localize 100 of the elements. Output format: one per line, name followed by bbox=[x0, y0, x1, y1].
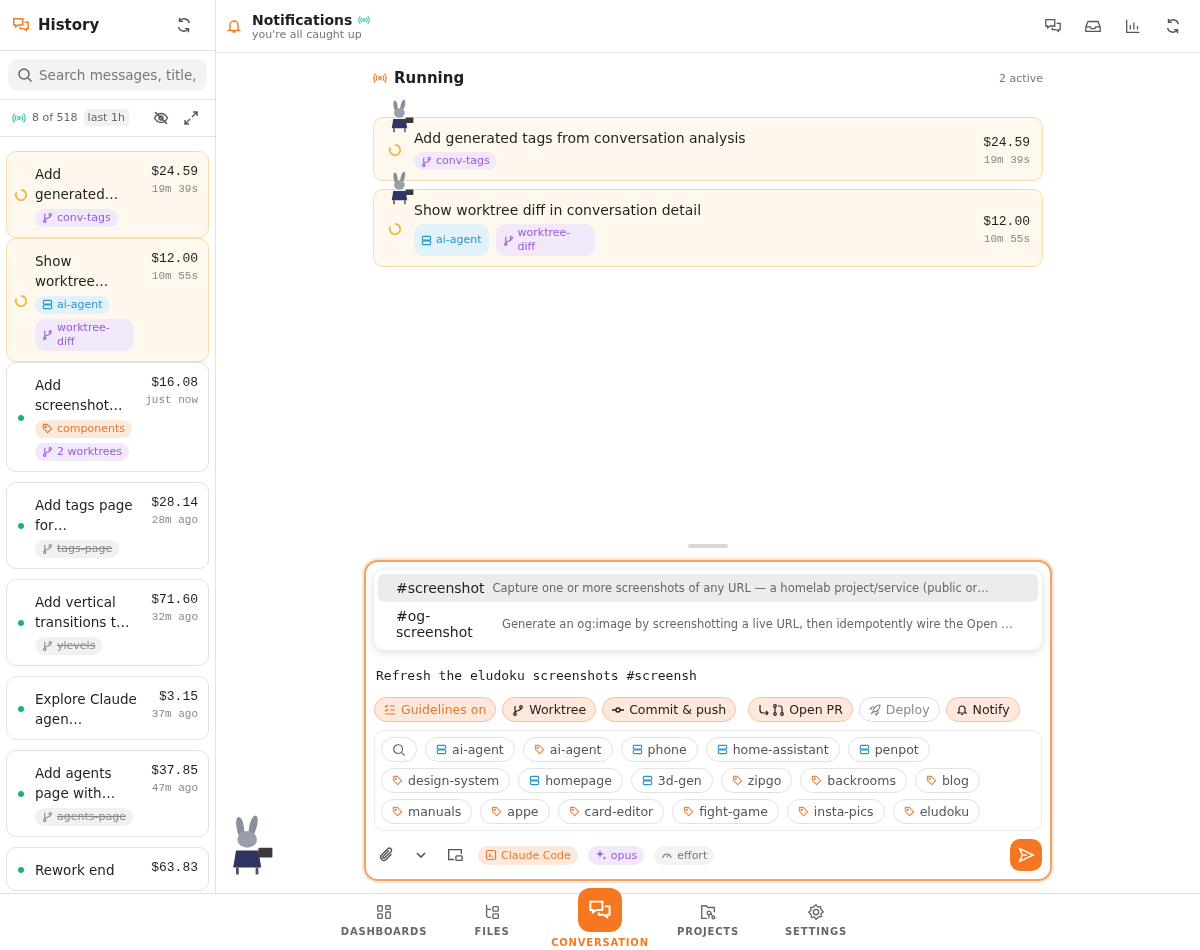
nav-tab[interactable]: PROJECTS bbox=[654, 894, 762, 950]
eye-off-icon[interactable] bbox=[153, 109, 169, 126]
branch-tag[interactable]: worktree-diff bbox=[35, 318, 134, 351]
send-icon bbox=[1017, 846, 1035, 864]
tag-icon bbox=[903, 806, 915, 817]
status-dot bbox=[18, 620, 24, 627]
conversation-card[interactable]: Show worktree… ai-agent worktree-diff $12.00 10m 55s bbox=[6, 237, 209, 362]
conversation-cost: $37.85 bbox=[151, 762, 198, 778]
conversation-card[interactable]: Add vertical transitions t… ylevels $71.60 32m ago bbox=[6, 578, 209, 666]
message-field[interactable]: Refresh the eludoku screenshots #screensh bbox=[374, 658, 1042, 689]
tag-icon bbox=[731, 775, 743, 786]
tag-chip[interactable]: ai-agent bbox=[522, 737, 613, 762]
search-button[interactable] bbox=[381, 737, 417, 762]
expand-icon[interactable] bbox=[183, 109, 199, 126]
toggle-button[interactable]: Open PR bbox=[748, 697, 853, 722]
bell-icon bbox=[955, 703, 968, 716]
nav-tab[interactable]: SETTINGS bbox=[762, 894, 870, 950]
status-dot bbox=[18, 705, 24, 712]
tag-chip[interactable]: backrooms bbox=[800, 768, 907, 793]
bar-chart-icon[interactable] bbox=[1124, 17, 1142, 35]
project-chip[interactable]: penpot bbox=[847, 737, 930, 762]
tag-icon bbox=[392, 775, 403, 786]
refresh-icon[interactable] bbox=[1164, 17, 1182, 35]
nav-tab[interactable]: DASHBOARDS bbox=[330, 894, 438, 950]
refresh-icon[interactable] bbox=[175, 16, 193, 35]
conversation-cost: $3.15 bbox=[159, 688, 198, 704]
branch-tag[interactable]: conv-tags bbox=[414, 152, 497, 170]
chat-icon[interactable] bbox=[1044, 17, 1062, 35]
server-icon bbox=[436, 744, 447, 755]
status-dot bbox=[18, 414, 24, 421]
conversation-time: 28m ago bbox=[151, 513, 198, 526]
terminal-icon bbox=[485, 849, 497, 861]
section-title: Running bbox=[394, 69, 465, 87]
conversation-time: 10m 55s bbox=[151, 269, 198, 282]
branch-tag[interactable]: 2 worktrees bbox=[35, 442, 129, 461]
project-chip[interactable]: 3d-gen bbox=[630, 768, 713, 793]
tag-chip[interactable]: appe bbox=[480, 799, 550, 824]
toggle-button[interactable]: Worktree bbox=[502, 697, 597, 722]
search-field[interactable]: Search messages, title, bbox=[8, 59, 207, 92]
conversation-card[interactable]: Rework end $63.83 bbox=[6, 846, 209, 891]
project-chip[interactable]: ai-agent bbox=[425, 737, 515, 762]
conversation-card[interactable]: Add generated… conv-tags $24.59 19m 39s bbox=[6, 150, 209, 238]
running-card[interactable]: Show worktree diff in conversation detail ai-agent worktree-diff $12.00 10m 55s bbox=[373, 189, 1043, 267]
running-card[interactable]: Add generated tags from conversation analysis conv-tags $24.59 19m 39s bbox=[373, 117, 1043, 181]
status-dot bbox=[18, 866, 24, 873]
spinner-icon bbox=[388, 222, 402, 236]
drag-handle[interactable] bbox=[688, 544, 728, 548]
project-chip[interactable]: home-assistant bbox=[705, 737, 840, 762]
conversation-title: Add agents page with… bbox=[35, 763, 117, 803]
toggle-button[interactable]: Notify bbox=[945, 697, 1020, 722]
server-icon bbox=[529, 775, 541, 786]
search-icon bbox=[392, 742, 406, 757]
model-option[interactable]: opus bbox=[587, 845, 645, 865]
toggle-button[interactable]: Commit & push bbox=[602, 697, 737, 722]
conversation-cost: $24.59 bbox=[151, 163, 198, 179]
conversation-card[interactable]: Explore Claude agen… $3.15 37m ago bbox=[6, 675, 209, 740]
tag-chip[interactable]: blog bbox=[914, 768, 980, 793]
conversation-title: Add vertical transitions t… bbox=[35, 592, 131, 632]
server-icon bbox=[641, 775, 653, 786]
conversation-title: Show worktree… bbox=[35, 251, 110, 291]
branch-icon bbox=[502, 234, 514, 246]
conversation-count: 8 of 518 bbox=[32, 111, 78, 125]
branch-icon bbox=[42, 543, 53, 555]
task-title: Show worktree diff in conversation detail bbox=[414, 202, 703, 218]
conversation-card[interactable]: Add screenshot… components 2 worktrees $16.08 just now bbox=[6, 361, 209, 472]
tag-chip[interactable]: eludoku bbox=[892, 799, 981, 824]
tag-chip[interactable]: fight-game bbox=[672, 799, 779, 824]
suggestion-item[interactable]: #screenshot Capture one or more screenshots of any URL — a homelab project/service (public or… bbox=[378, 574, 1038, 602]
branch-tag[interactable]: conv-tags bbox=[35, 208, 118, 227]
branch-icon bbox=[42, 212, 53, 224]
suggestion-item[interactable]: #og-screenshot Generate an og:image by screenshotting a live URL, then idempotently wire the Open … bbox=[378, 602, 1038, 646]
project-chip[interactable]: homepage bbox=[518, 768, 623, 793]
nav-tab[interactable]: FILES bbox=[438, 894, 546, 950]
branch-tag[interactable]: worktree-diff bbox=[495, 224, 595, 256]
dashboard-icon bbox=[375, 903, 393, 921]
notifications-title: Notifications bbox=[252, 11, 353, 28]
conversation-time: 32m ago bbox=[151, 610, 198, 623]
effort-option[interactable]: effort bbox=[654, 845, 715, 865]
active-count: 2 active bbox=[999, 71, 1043, 85]
conversation-time: 37m ago bbox=[151, 707, 198, 720]
conversation-cost: $63.83 bbox=[151, 859, 198, 875]
conversation-card[interactable]: Add tags page for… tags-page $28.14 28m ago bbox=[6, 481, 209, 569]
tag-chip[interactable]: design-system bbox=[381, 768, 511, 793]
send-button[interactable] bbox=[1010, 839, 1042, 871]
tag-icon bbox=[42, 423, 53, 435]
tag-chip[interactable]: card-editor bbox=[557, 799, 665, 824]
project-chip[interactable]: phone bbox=[620, 737, 698, 762]
folder-icon bbox=[699, 903, 717, 921]
conversation-title: Add tags page for… bbox=[35, 495, 134, 535]
tag-chip[interactable]: insta-pics bbox=[786, 799, 885, 824]
branch-icon bbox=[421, 155, 432, 167]
conversation-card[interactable]: Add agents page with… agents-page $37.85 47m ago bbox=[6, 749, 209, 837]
tag-chip[interactable]: manuals bbox=[381, 799, 473, 824]
branch-icon bbox=[512, 703, 525, 716]
time-filter[interactable]: last 1h bbox=[83, 109, 129, 127]
tag-chip[interactable]: zipgo bbox=[720, 768, 793, 793]
screen-icon[interactable] bbox=[446, 846, 464, 864]
toggle-button[interactable]: Deploy bbox=[858, 697, 940, 722]
conversation-title: Add screenshot… bbox=[35, 375, 124, 415]
conversation-time: just now bbox=[145, 393, 198, 406]
